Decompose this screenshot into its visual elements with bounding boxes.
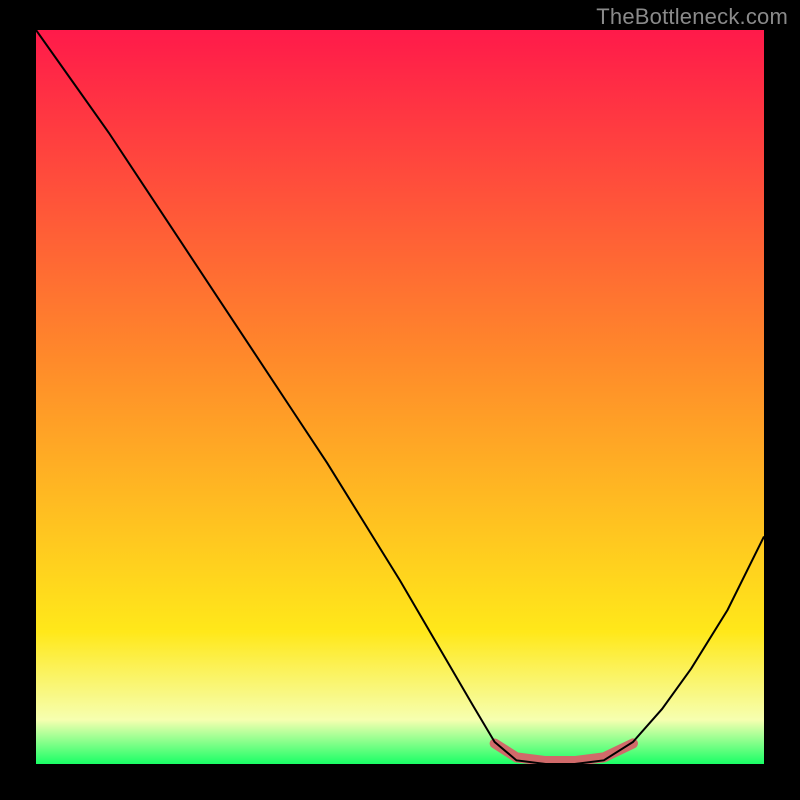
gradient-background: [36, 30, 764, 764]
chart-frame: TheBottleneck.com: [0, 0, 800, 800]
bottleneck-plot: [36, 30, 764, 764]
attribution-text: TheBottleneck.com: [596, 4, 788, 30]
plot-svg: [36, 30, 764, 764]
